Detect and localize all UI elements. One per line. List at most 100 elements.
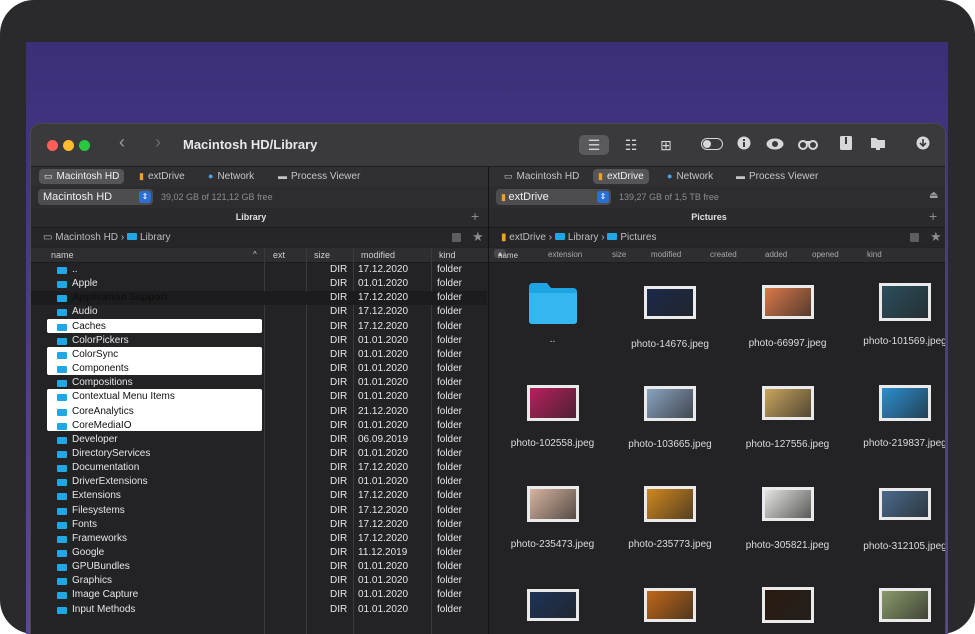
toggle-icon[interactable] — [699, 135, 725, 155]
column-modified[interactable]: modified — [651, 250, 681, 259]
table-row[interactable]: Frameworks DIR 17.12.2020 folder — [31, 532, 487, 546]
column-name[interactable]: name — [51, 250, 74, 260]
table-row[interactable]: Caches DIR 17.12.2020 folder — [31, 320, 487, 334]
square-icon[interactable] — [452, 233, 461, 242]
table-row[interactable]: DriverExtensions DIR 01.01.2020 folder — [31, 475, 487, 489]
table-row[interactable]: CoreAnalytics DIR 21.12.2020 folder — [31, 405, 487, 419]
table-row[interactable]: ColorSync DIR 01.01.2020 folder — [31, 348, 487, 362]
image-item[interactable]: photo-305821.jpeg — [729, 483, 846, 552]
drive-label: Process Viewer — [291, 171, 361, 182]
column-opened[interactable]: opened — [812, 250, 839, 259]
table-row[interactable]: CoreMediaIO DIR 01.01.2020 folder — [31, 419, 487, 433]
image-item[interactable] — [612, 584, 729, 634]
breadcrumb-item[interactable]: Macintosh HD — [55, 232, 118, 243]
breadcrumb-item[interactable]: extDrive — [509, 232, 546, 243]
file-size: DIR — [330, 476, 348, 488]
table-row[interactable]: DirectoryServices DIR 01.01.2020 folder — [31, 447, 487, 461]
image-item[interactable] — [494, 584, 611, 634]
table-row[interactable]: GPUBundles DIR 01.01.2020 folder — [31, 560, 487, 574]
minimize-button[interactable] — [63, 140, 74, 151]
table-row[interactable]: Graphics DIR 01.01.2020 folder — [31, 574, 487, 588]
image-item[interactable]: photo-235473.jpeg — [494, 483, 611, 551]
external-drive-icon: ▮ — [139, 171, 144, 181]
info-icon[interactable] — [733, 135, 755, 155]
column-kind[interactable]: kind — [867, 250, 882, 259]
breadcrumb-item[interactable]: Pictures — [620, 232, 656, 243]
file-kind: folder — [437, 278, 463, 290]
drive-tab-network[interactable]: ● Network — [662, 169, 718, 184]
table-row[interactable]: .. DIR 17.12.2020 folder — [31, 263, 487, 277]
table-row[interactable]: Apple DIR 01.01.2020 folder — [31, 277, 487, 291]
breadcrumb: ▮ extDrive › Library › Pictures ★ — [489, 228, 945, 247]
close-button[interactable] — [47, 140, 58, 151]
column-name[interactable]: name ▴ — [494, 249, 518, 260]
drive-tab-process-viewer[interactable]: ▬ Process Viewer — [273, 169, 365, 184]
add-tab-button[interactable]: + — [929, 208, 937, 224]
drive-tab-macintosh-hd[interactable]: ▭ Macintosh HD — [499, 169, 584, 184]
folder-icon — [57, 436, 67, 444]
image-thumbnail — [761, 285, 814, 319]
table-row[interactable]: Google DIR 11.12.2019 folder — [31, 546, 487, 560]
column-kind[interactable]: kind — [439, 250, 456, 260]
back-button[interactable]: ‹ — [119, 132, 125, 153]
table-row[interactable]: Extensions DIR 17.12.2020 folder — [31, 489, 487, 503]
item-label: photo-312105.jpeg — [863, 541, 945, 552]
image-item[interactable]: photo-127556.jpeg — [729, 382, 846, 451]
table-row[interactable]: Contextual Menu Items DIR 01.01.2020 folder — [31, 390, 487, 404]
detail-view-icon[interactable]: ☷ — [616, 135, 646, 155]
zoom-button[interactable] — [79, 140, 90, 151]
table-row[interactable]: Compositions DIR 01.01.2020 folder — [31, 376, 487, 390]
add-tab-button[interactable]: + — [471, 208, 479, 224]
table-row[interactable]: Documentation DIR 17.12.2020 folder — [31, 461, 487, 475]
drive-tab-extdrive[interactable]: ▮ extDrive — [134, 169, 190, 184]
image-item[interactable]: photo-14676.jpeg — [612, 281, 729, 351]
column-ext[interactable]: ext — [273, 250, 285, 260]
list-view-icon[interactable]: ☰ — [579, 135, 609, 155]
archive-icon[interactable] — [837, 135, 855, 155]
image-item[interactable]: photo-103665.jpeg — [612, 382, 729, 451]
download-icon[interactable] — [913, 135, 933, 155]
column-added[interactable]: added — [765, 250, 787, 259]
column-size[interactable]: size — [612, 250, 626, 259]
grid-view-icon[interactable]: ⊞ — [651, 135, 681, 155]
image-item[interactable]: photo-219837.jpeg — [847, 382, 945, 450]
column-created[interactable]: created — [710, 250, 737, 259]
volume-select[interactable]: Macintosh HD ⇕ — [38, 189, 153, 205]
column-extension[interactable]: extension — [548, 250, 582, 259]
volume-select[interactable]: ▮ extDrive ⇕ — [496, 189, 611, 205]
drive-tab-extdrive[interactable]: ▮ extDrive — [593, 169, 649, 184]
breadcrumb-item[interactable]: Library — [140, 232, 171, 243]
drive-tab-network[interactable]: ● Network — [203, 169, 259, 184]
table-row[interactable]: Developer DIR 06.09.2019 folder — [31, 433, 487, 447]
column-modified[interactable]: modified — [361, 250, 395, 260]
table-row[interactable]: Application Support DIR 17.12.2020 folder — [31, 291, 487, 306]
drive-tab-process-viewer[interactable]: ▬ Process Viewer — [731, 169, 823, 184]
table-row[interactable]: Filesystems DIR 17.12.2020 folder — [31, 504, 487, 518]
image-item[interactable] — [729, 584, 846, 634]
binoculars-icon[interactable] — [795, 135, 821, 155]
image-item[interactable]: photo-66997.jpeg — [729, 281, 846, 350]
table-row[interactable]: Fonts DIR 17.12.2020 folder — [31, 518, 487, 532]
breadcrumb-item[interactable]: Library — [568, 232, 599, 243]
table-row[interactable]: Input Methods DIR 01.01.2020 folder — [31, 603, 487, 617]
column-size[interactable]: size — [314, 250, 330, 260]
star-icon[interactable]: ★ — [472, 229, 484, 245]
eject-icon[interactable]: ⏏ — [929, 190, 938, 201]
image-item[interactable]: photo-102558.jpeg — [494, 382, 611, 450]
table-row[interactable]: Components DIR 01.01.2020 folder — [31, 362, 487, 376]
star-icon[interactable]: ★ — [930, 229, 942, 245]
image-item[interactable] — [847, 584, 946, 634]
square-icon[interactable] — [910, 233, 919, 242]
parent-folder-item[interactable]: .. — [494, 281, 611, 346]
file-name: Contextual Menu Items — [72, 391, 175, 403]
image-item[interactable]: photo-235773.jpeg — [612, 483, 729, 551]
table-row[interactable]: Image Capture DIR 01.01.2020 folder — [31, 588, 487, 602]
folder-icon[interactable] — [867, 135, 889, 155]
table-row[interactable]: Audio DIR 17.12.2020 folder — [31, 305, 487, 319]
image-item[interactable]: photo-101569.jpeg — [847, 281, 945, 348]
forward-button[interactable]: › — [155, 132, 161, 153]
table-row[interactable]: ColorPickers DIR 01.01.2020 folder — [31, 334, 487, 348]
image-item[interactable]: photo-312105.jpeg — [847, 483, 945, 553]
drive-tab-macintosh-hd[interactable]: ▭ Macintosh HD — [39, 169, 125, 184]
eye-icon[interactable] — [763, 135, 787, 155]
